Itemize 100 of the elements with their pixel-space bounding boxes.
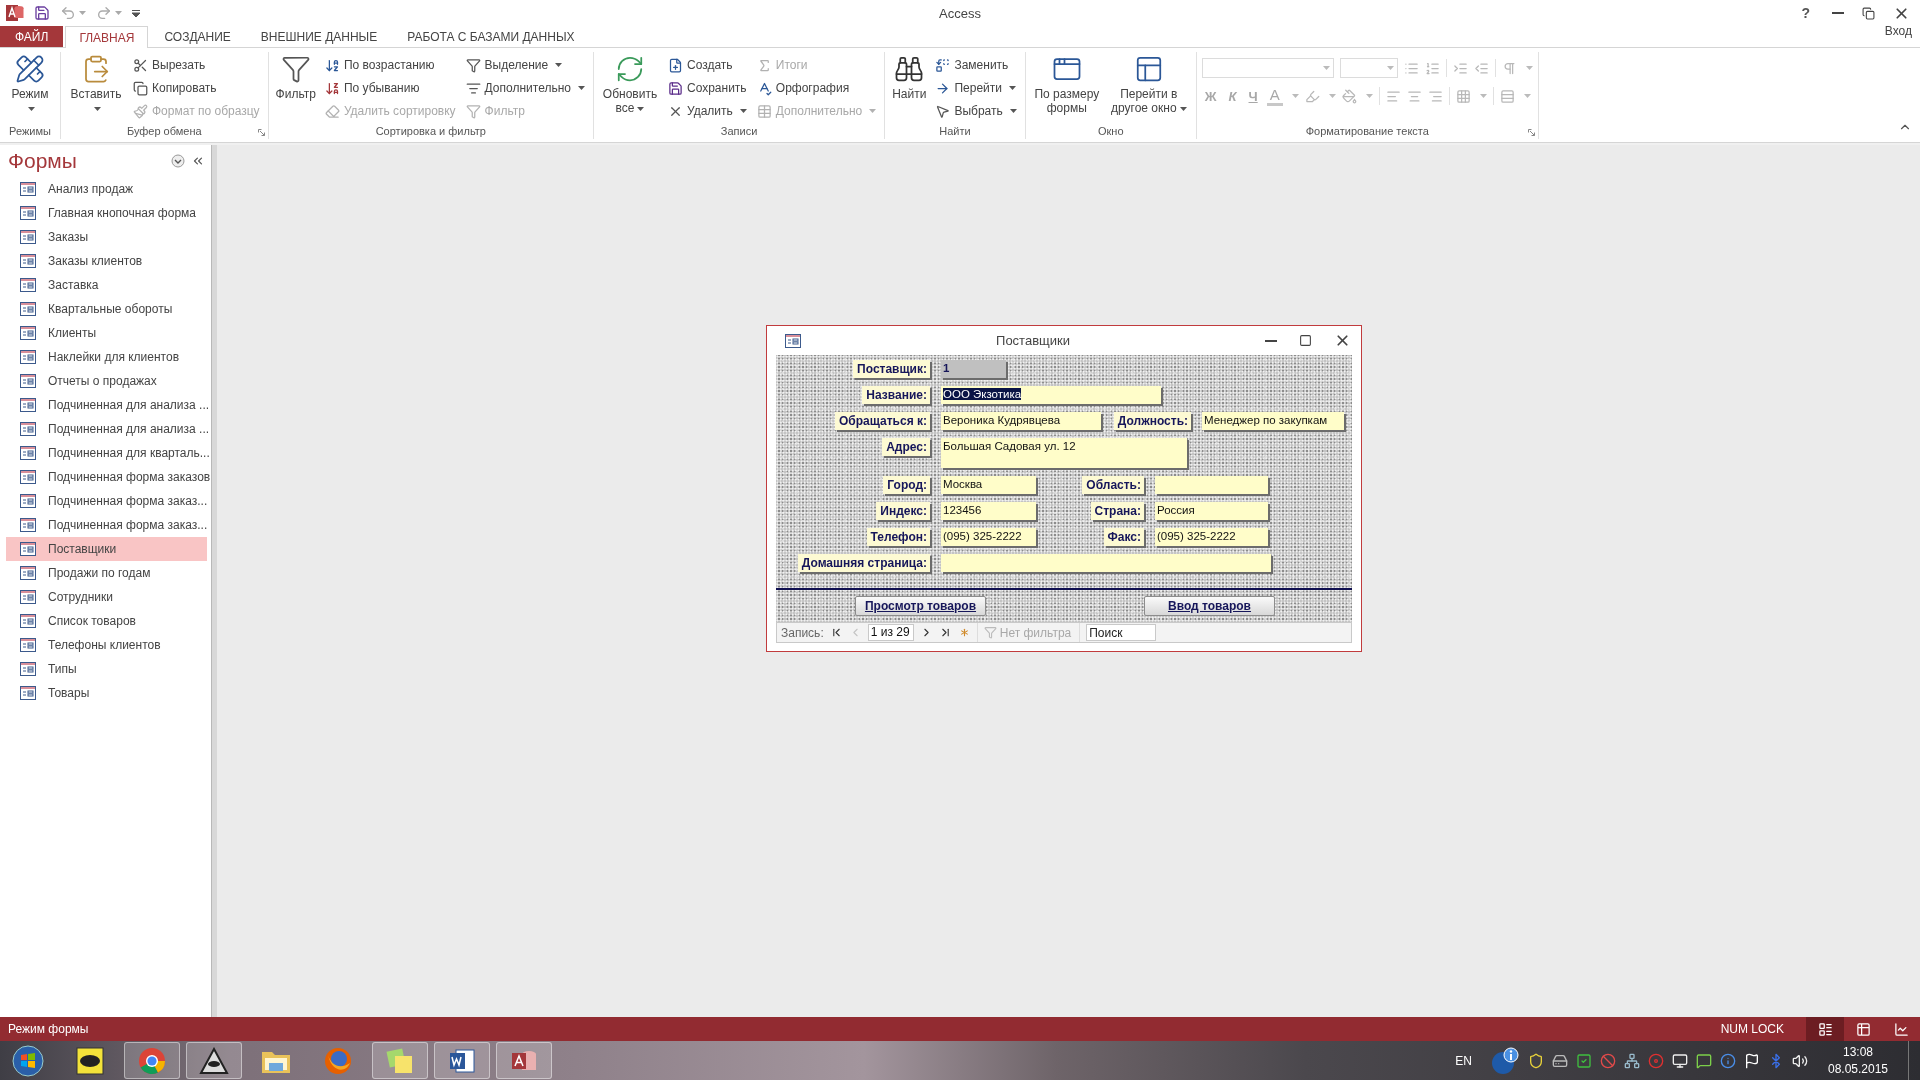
ribbon-command[interactable]: Орфография xyxy=(753,77,880,99)
chat-button[interactable] xyxy=(1696,1052,1712,1069)
ribbon-command[interactable]: Вырезать xyxy=(130,54,263,76)
navigation-item[interactable]: Подчиненная для анализа ... xyxy=(6,417,207,441)
volume-button[interactable] xyxy=(1792,1052,1808,1069)
navigation-item[interactable]: Товары xyxy=(6,681,207,705)
text-field[interactable]: (095) 325-2222 xyxy=(941,528,1036,546)
language-indicator[interactable]: EN xyxy=(1455,1053,1472,1068)
ribbon-command[interactable]: Сохранить xyxy=(665,77,750,99)
monitor-button[interactable] xyxy=(1672,1052,1688,1069)
maximize-button[interactable] xyxy=(1299,334,1312,347)
navigation-item[interactable]: Подчиненная для анализа ... xyxy=(6,393,207,417)
form-icon xyxy=(20,686,36,700)
info-help-icon xyxy=(1490,1045,1520,1076)
ribbon-tab[interactable]: СОЗДАНИЕ xyxy=(150,26,245,47)
form-button[interactable]: Ввод товаров xyxy=(1144,596,1275,616)
ribbon-command[interactable]: Создать xyxy=(665,54,750,76)
text-field[interactable]: 1 xyxy=(941,360,1006,378)
ribbon-tab[interactable]: ГЛАВНАЯ xyxy=(65,26,149,48)
navigation-item[interactable]: Подчиненная для кварталь... xyxy=(6,441,207,465)
dialog-launcher-icon[interactable] xyxy=(257,129,265,136)
file-tab[interactable]: ФАЙЛ xyxy=(0,26,64,47)
text-field[interactable] xyxy=(941,554,1271,572)
sign-in-link[interactable]: Вход xyxy=(1876,24,1920,38)
navigation-item[interactable]: Квартальные обороты xyxy=(6,297,207,321)
ribbon-button[interactable]: Фильтр xyxy=(273,52,318,123)
ribbon-button[interactable]: Режим xyxy=(5,52,55,123)
save-button[interactable] xyxy=(34,5,50,21)
ban-button[interactable] xyxy=(1600,1052,1616,1069)
field-label: Факс: xyxy=(1103,528,1144,546)
record-position-field[interactable]: 1 из 29 xyxy=(867,624,914,641)
navigation-item[interactable]: Список товаров xyxy=(6,609,207,633)
dropdown-icon[interactable] xyxy=(171,154,185,168)
ribbon-tab[interactable]: РАБОТА С БАЗАМИ ДАННЫХ xyxy=(393,26,589,47)
ribbon-command[interactable]: Удалить xyxy=(665,100,750,122)
navigation-item[interactable]: Главная кнопочная форма xyxy=(6,201,207,225)
navigation-item[interactable]: Анализ продаж xyxy=(6,177,207,201)
dialog-launcher-icon[interactable] xyxy=(1527,129,1535,136)
ribbon-button[interactable]: Найти xyxy=(890,52,929,123)
filter-icon xyxy=(465,103,481,119)
customize-button[interactable] xyxy=(132,9,140,17)
drive-button[interactable] xyxy=(1552,1052,1568,1069)
collapse-pane-icon[interactable] xyxy=(191,154,205,168)
ribbon-button[interactable]: Вставить xyxy=(66,52,126,123)
navigation-item[interactable]: Типы xyxy=(6,657,207,681)
form-icon xyxy=(785,333,801,348)
network-button[interactable] xyxy=(1624,1052,1640,1069)
text-field[interactable]: Большая Садовая ул. 12 xyxy=(941,438,1187,468)
navigation-item[interactable]: Заставка xyxy=(6,273,207,297)
navigation-item[interactable]: Поставщики xyxy=(6,537,207,561)
undo-button[interactable] xyxy=(60,5,86,21)
ribbon-button[interactable]: По размеру формы xyxy=(1030,52,1103,123)
restore-button[interactable] xyxy=(1862,6,1875,20)
text-field[interactable]: Вероника Кудрявцева xyxy=(941,412,1101,430)
view-button[interactable] xyxy=(1806,1017,1844,1041)
taskbar-app[interactable] xyxy=(434,1042,490,1079)
close-button[interactable] xyxy=(1334,332,1351,349)
text-field[interactable]: Менеджер по закупкам xyxy=(1202,412,1344,430)
text-field[interactable]: Москва xyxy=(941,476,1036,494)
text-field[interactable]: 123456 xyxy=(941,502,1036,520)
navigation-item[interactable]: Сотрудники xyxy=(6,585,207,609)
navigation-item[interactable]: Продажи по годам xyxy=(6,561,207,585)
search-field[interactable]: Поиск xyxy=(1086,624,1157,641)
check-button[interactable] xyxy=(1576,1052,1592,1069)
ribbon-command[interactable]: Выделение xyxy=(462,54,588,76)
text-field[interactable]: (095) 325-2222 xyxy=(1155,528,1268,546)
table-icon xyxy=(756,103,772,119)
ribbon-command[interactable]: Заменить xyxy=(932,54,1020,76)
help-button[interactable] xyxy=(1490,1045,1520,1076)
ribbon-button[interactable]: Перейти в другое окно xyxy=(1106,52,1191,123)
shield-button[interactable] xyxy=(1528,1052,1544,1069)
ribbon-command[interactable]: Дополнительно xyxy=(462,77,588,99)
ribbon-button[interactable]: Обновить все xyxy=(599,52,661,123)
text-field[interactable] xyxy=(1155,476,1268,494)
redo-button[interactable] xyxy=(96,5,122,21)
ribbon-command[interactable]: По убыванию xyxy=(321,77,459,99)
pointer-icon xyxy=(935,103,951,119)
ribbon-tab[interactable]: ВНЕШНИЕ ДАННЫЕ xyxy=(246,26,392,47)
navigation-item[interactable]: Клиенты xyxy=(6,321,207,345)
navigation-item[interactable]: Заказы клиентов xyxy=(6,249,207,273)
ribbon-command[interactable]: Выбрать xyxy=(932,100,1020,122)
ribbon-command[interactable]: Копировать xyxy=(130,77,263,99)
ribbon-command[interactable]: По возрастанию xyxy=(321,54,459,76)
text-field[interactable]: Россия xyxy=(1155,502,1268,520)
form-button[interactable]: Просмотр товаров xyxy=(855,596,986,616)
navigation-item[interactable]: Подчиненная форма заказ... xyxy=(6,513,207,537)
info-button[interactable] xyxy=(1720,1052,1736,1069)
navigation-item[interactable]: Заказы xyxy=(6,225,207,249)
taskbar-app[interactable] xyxy=(186,1042,242,1079)
navigation-item[interactable]: Телефоны клиентов xyxy=(6,633,207,657)
navigation-item[interactable]: Подчиненная форма заказ... xyxy=(6,489,207,513)
navigation-item[interactable]: Отчеты о продажах xyxy=(6,369,207,393)
ribbon-command[interactable]: Перейти xyxy=(932,77,1020,99)
disc-button[interactable] xyxy=(1648,1052,1664,1069)
minimize-button[interactable] xyxy=(1265,339,1277,342)
minimize-icon xyxy=(1265,339,1277,342)
help-button[interactable]: ? xyxy=(1797,5,1814,21)
flag-button[interactable] xyxy=(1744,1052,1760,1069)
text-field[interactable]: ООО Экзотика xyxy=(941,386,1161,404)
navigation-item[interactable]: Наклейки для клиентов xyxy=(6,345,207,369)
